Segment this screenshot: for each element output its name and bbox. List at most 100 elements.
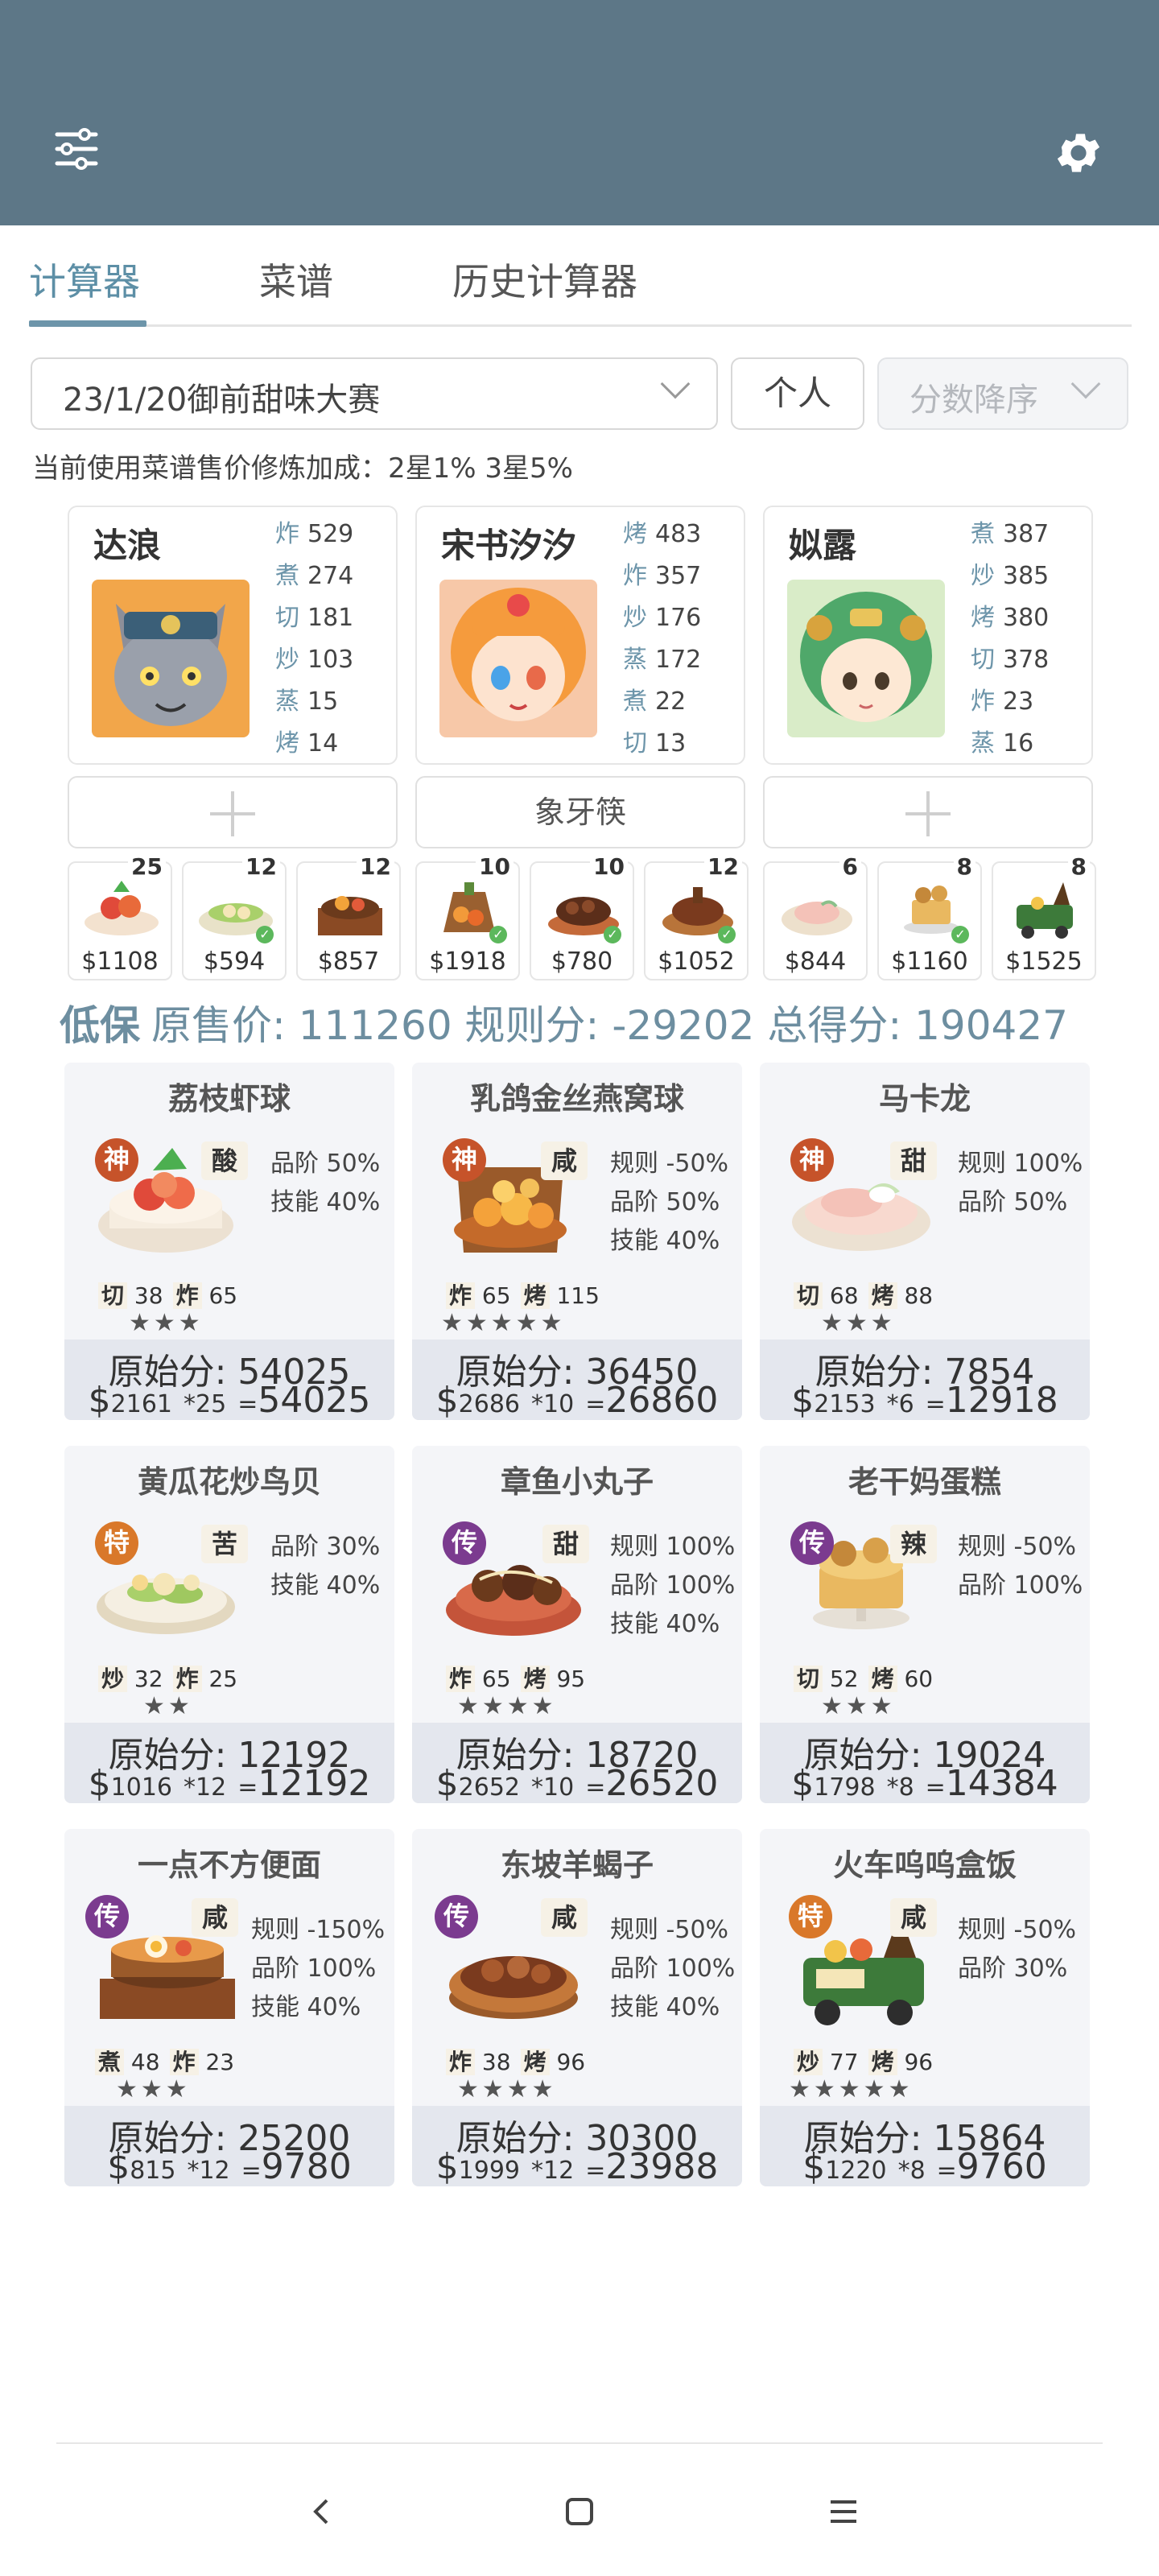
chef-skills: 烤 483 炸 357 炒 176 蒸 172 煮 22 切 13: [623, 514, 701, 765]
modifiers: 规则 100% 品阶 100% 技能 40%: [610, 1528, 735, 1644]
dish-card[interactable]: 黄瓜花炒鸟贝 特 苦 品阶 30% 技能 40% 炒 32 炸 25 ★★ 原始分…: [64, 1446, 394, 1803]
tier-badge: 特: [789, 1895, 832, 1938]
skill-requirements: 炸 65 烤 95: [446, 1662, 595, 1694]
modifier: 品阶 100%: [610, 1955, 736, 1983]
tab-history-calculator[interactable]: 历史计算器: [452, 253, 637, 306]
dish-card[interactable]: 章鱼小丸子 传 甜 规则 100% 品阶 100% 技能 40% 炸 65 烤 9…: [412, 1446, 742, 1803]
person-button[interactable]: 个人: [731, 357, 864, 430]
modifier: 技能 40%: [251, 1993, 361, 2021]
event-select[interactable]: 23/1/20御前甜味大赛: [31, 357, 718, 430]
chef-skill: 蒸 172: [623, 646, 702, 674]
price-calc: $2652 *10 =26520: [435, 1763, 719, 1803]
price-calc: $2686 *10 =26860: [435, 1380, 719, 1420]
price-calc: $1220 *8 =9760: [802, 2146, 1047, 2186]
flavor-badge: 辣: [890, 1525, 937, 1563]
tier-badge: 神: [443, 1138, 486, 1182]
score-footer: 原始分: 19024 $1798 *8 =14384: [760, 1723, 1090, 1803]
modifier: 品阶 50%: [958, 1188, 1068, 1216]
chef-name: 达浪: [93, 526, 162, 565]
price-calc: $815 *12 =9780: [107, 2146, 352, 2186]
chef-card[interactable]: 姒露 煮 387 炒 385 烤 380 切 378 炸 23 蒸 16: [763, 506, 1093, 765]
recipe-card[interactable]: 12 ✓ $1052: [644, 853, 749, 980]
chef-skill: 烤 14: [275, 729, 339, 758]
dish-name: 乳鸽金丝燕窝球: [469, 1081, 684, 1117]
sort-select[interactable]: 分数降序: [877, 357, 1128, 430]
dish-name: 黄瓜花炒鸟贝: [137, 1464, 321, 1500]
score-footer: 原始分: 30300 $1999 *12 =23988: [412, 2106, 742, 2186]
tab-calculator[interactable]: 计算器: [29, 253, 140, 306]
rarity-stars: ★★★★★: [441, 1309, 566, 1337]
rarity-stars: ★★★: [821, 1692, 896, 1720]
modifier: 规则 -50%: [610, 1916, 729, 1944]
rarity-stars: ★★★★: [457, 2075, 557, 2103]
modifiers: 品阶 50% 技能 40%: [270, 1145, 380, 1222]
add-equip-button[interactable]: [763, 776, 1093, 848]
tier-badge: 传: [85, 1895, 129, 1938]
app-bar: [0, 0, 1159, 225]
home-icon[interactable]: [547, 2479, 612, 2544]
dish-card[interactable]: 老干妈蛋糕 传 辣 规则 -50% 品阶 100% 切 52 烤 60 ★★★ 原…: [760, 1446, 1090, 1803]
rarity-stars: ★★★: [116, 2075, 191, 2103]
recents-icon[interactable]: [811, 2479, 876, 2544]
dish-icon: [85, 881, 159, 935]
recipe-card[interactable]: 12 $857: [296, 853, 401, 980]
modifiers: 品阶 30% 技能 40%: [270, 1528, 380, 1605]
dish-card[interactable]: 火车呜呜盒饭 特 咸 规则 -50% 品阶 30% 炒 77 烤 96 ★★★★★…: [760, 1829, 1090, 2186]
gear-icon[interactable]: [1046, 121, 1111, 185]
chef-skill: 蒸 15: [275, 687, 339, 716]
score-footer: 原始分: 54025 $2161 *25 =54025: [64, 1340, 394, 1420]
equip-slot[interactable]: 象牙筷: [415, 776, 745, 848]
chef-skill: 切 378: [971, 646, 1050, 674]
dish-card[interactable]: 荔枝虾球 神 酸 品阶 50% 技能 40% 切 38 炸 65 ★★★ 原始分:…: [64, 1063, 394, 1420]
modifier: 品阶 50%: [270, 1150, 381, 1178]
dish-card[interactable]: 马卡龙 神 甜 规则 100% 品阶 50% 切 68 烤 88 ★★★ 原始分:…: [760, 1063, 1090, 1420]
recipe-card[interactable]: 8 $1525: [992, 853, 1096, 980]
check-icon: ✓: [951, 926, 969, 943]
recipe-card[interactable]: 12 ✓ $594: [182, 853, 287, 980]
recipe-card[interactable]: 6 $844: [763, 853, 868, 980]
dish-name: 马卡龙: [878, 1081, 971, 1117]
dish-card[interactable]: 乳鸽金丝燕窝球 神 咸 规则 -50% 品阶 50% 技能 40% 炸 65 烤 …: [412, 1063, 742, 1420]
tab-bar: 计算器 菜谱 历史计算器: [29, 225, 1132, 330]
chef-skill: 烤 483: [623, 520, 702, 548]
modifier: 品阶 50%: [610, 1188, 720, 1216]
check-icon: ✓: [604, 926, 621, 943]
sliders-icon[interactable]: [48, 121, 105, 177]
dish-card[interactable]: 一点不方便面 传 咸 规则 -150% 品阶 100% 技能 40% 煮 48 炸…: [64, 1829, 394, 2186]
modifier: 品阶 100%: [610, 1571, 736, 1600]
check-icon: ✓: [256, 926, 274, 943]
modifier: 技能 40%: [270, 1571, 381, 1600]
modifiers: 规则 -50% 品阶 100%: [958, 1528, 1083, 1605]
modifier: 品阶 100%: [251, 1955, 377, 1983]
flavor-badge: 咸: [541, 1141, 588, 1180]
modifier: 品阶 30%: [270, 1533, 381, 1561]
chef-card[interactable]: 宋书汐汐 烤 483 炸 357 炒 176 蒸 172 煮 22 切 13: [415, 506, 745, 765]
plus-icon: [905, 791, 951, 836]
recipe-card[interactable]: 10 ✓ $1918: [415, 853, 520, 980]
dish-icon: [318, 896, 382, 935]
sort-select-value: 分数降序: [909, 382, 1038, 419]
back-icon[interactable]: [290, 2479, 354, 2544]
recipe-card[interactable]: 25 $1108: [68, 853, 172, 980]
skill-requirements: 切 38 炸 65: [98, 1278, 247, 1311]
flavor-badge: 咸: [890, 1898, 937, 1937]
recipe-card[interactable]: 10 ✓ $780: [530, 853, 634, 980]
dish-card[interactable]: 东坡羊蝎子 传 咸 规则 -50% 品阶 100% 技能 40% 炸 38 烤 9…: [412, 1829, 742, 2186]
modifier: 品阶 100%: [958, 1571, 1083, 1600]
chef-skill: 煮 22: [623, 687, 687, 716]
recipe-card[interactable]: 8 ✓ $1160: [877, 853, 982, 980]
check-icon: ✓: [718, 926, 736, 943]
add-equip-button[interactable]: [68, 776, 398, 848]
tier-badge: 传: [435, 1895, 478, 1938]
chef-skills: 煮 387 炒 385 烤 380 切 378 炸 23 蒸 16: [971, 514, 1049, 765]
dish-name: 东坡羊蝎子: [500, 1847, 654, 1883]
chef-skill: 炒 103: [275, 646, 354, 674]
chef-card[interactable]: 达浪 炸 529 煮 274 切 181 炒 103 蒸 15 烤 14: [68, 506, 398, 765]
flavor-badge: 咸: [192, 1898, 238, 1937]
recipe-price: $857: [317, 947, 380, 976]
tab-recipes[interactable]: 菜谱: [259, 253, 333, 306]
rarity-stars: ★★: [143, 1692, 193, 1720]
modifier: 规则 -150%: [251, 1916, 386, 1944]
recipe-price: $594: [203, 947, 266, 976]
recipe-price: $844: [784, 947, 847, 976]
